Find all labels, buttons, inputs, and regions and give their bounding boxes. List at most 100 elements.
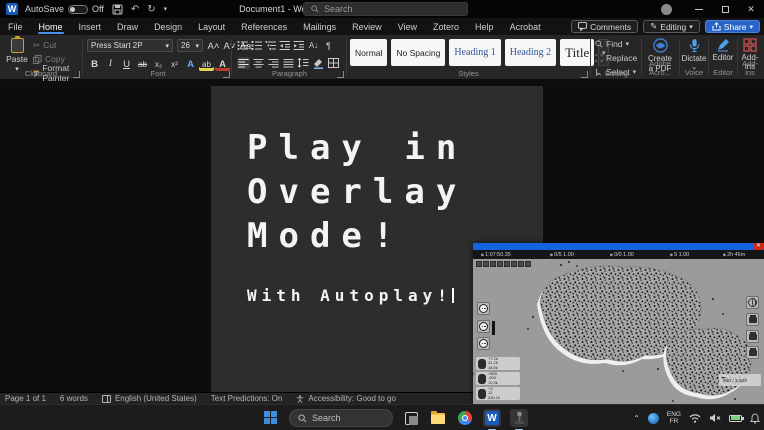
justify-button[interactable] [282,57,295,69]
increase-indent-icon[interactable] [293,40,305,51]
crate-icon [749,350,757,356]
tab-design[interactable]: Design [146,18,190,35]
monkey-face-icon [479,339,488,348]
tab-view[interactable]: View [390,18,425,35]
game-tool-button[interactable] [483,261,489,267]
start-button[interactable] [262,409,280,427]
word-app-icon[interactable]: W [6,3,18,15]
battery-icon[interactable] [729,415,742,422]
tab-insert[interactable]: Insert [71,18,110,35]
undo-icon[interactable]: ↶ [131,4,139,15]
container-button-3[interactable] [746,346,759,359]
taskbar-search[interactable]: Search [289,409,393,427]
game-cursor [492,321,495,335]
bullet-list-icon[interactable] [237,40,249,51]
save-icon[interactable] [112,4,123,15]
game-tool-button[interactable] [490,261,496,267]
game-overlay-window[interactable]: ✕ 1:07:50.35 0/5 1.00 0/0 1.00 5 1.00 2h… [473,243,764,405]
chrome-button[interactable] [456,409,474,427]
accessibility-status[interactable]: Accessibility: Good to go [296,394,396,403]
close-button[interactable]: ✕ [738,0,764,18]
autosave-toggle[interactable]: AutoSave Off [25,4,104,14]
font-size-combobox[interactable]: 26▾ [177,39,203,52]
notification-bell-icon[interactable] [750,413,760,424]
task-view-button[interactable] [402,409,420,427]
show-formatting-marks-button[interactable]: ¶ [322,39,335,52]
word-taskbar-button[interactable]: W [483,409,501,427]
tab-file[interactable]: File [0,18,31,35]
styles-dialog-launcher-icon[interactable] [581,71,588,78]
game-taskbar-button[interactable] [510,409,528,427]
tab-layout[interactable]: Layout [190,18,233,35]
tab-home[interactable]: Home [31,18,71,35]
comments-button[interactable]: Comments [571,20,638,33]
grow-font-button[interactable]: A˄ [206,39,221,53]
account-avatar[interactable] [661,4,672,15]
style-heading1[interactable]: Heading 1 [449,39,500,66]
resource-icon [670,253,673,256]
redo-icon[interactable]: ↻ [147,4,155,15]
customize-qat-icon[interactable]: ▾ [164,5,168,13]
decrease-indent-icon[interactable] [279,40,291,51]
game-tool-button[interactable] [518,261,524,267]
word-count[interactable]: 6 words [60,394,88,403]
game-tool-button[interactable] [511,261,517,267]
numbered-list-icon[interactable] [251,40,263,51]
page-indicator[interactable]: Page 1 of 1 [5,394,46,403]
proofing-status[interactable]: English (United States) [102,394,197,403]
align-left-button[interactable] [237,57,250,69]
tab-zotero[interactable]: Zotero [425,18,467,35]
clock-icon [723,253,726,256]
paragraph-dialog-launcher-icon[interactable] [337,71,344,78]
font-name-combobox[interactable]: Press Start 2P▾ [87,39,173,52]
editing-mode-button[interactable]: ✎ Editing ▾ [643,20,700,33]
replace-button[interactable]: Replace [595,52,637,64]
container-button-2[interactable] [746,330,759,343]
maximize-button[interactable] [712,0,738,18]
text-predictions[interactable]: Text Predictions: On [211,394,283,403]
editor-button[interactable]: Editor [711,38,735,62]
share-button[interactable]: Share ▾ [705,20,760,33]
tab-draw[interactable]: Draw [109,18,146,35]
wifi-icon[interactable] [689,413,701,423]
align-center-button[interactable] [252,57,265,69]
tray-app-icon[interactable] [648,413,659,424]
world-button[interactable] [746,296,759,309]
clipboard-dialog-launcher-icon[interactable] [73,71,80,78]
game-tool-button[interactable] [504,261,510,267]
language-switcher[interactable]: ENGFR [667,411,681,425]
game-stat-time: 1:07:50.35 [481,251,511,257]
style-heading2[interactable]: Heading 2 [505,39,556,66]
container-button-1[interactable] [746,313,759,326]
game-tool-button[interactable] [525,261,531,267]
tab-mailings[interactable]: Mailings [295,18,344,35]
line-spacing-button[interactable] [297,57,310,69]
style-normal[interactable]: Normal [350,39,387,66]
multilevel-list-icon[interactable] [265,40,277,51]
sort-button[interactable]: A↓ [307,39,320,52]
game-tool-button[interactable] [476,261,482,267]
font-dialog-launcher-icon[interactable] [223,71,230,78]
creature-button-1[interactable] [477,302,490,315]
tab-references[interactable]: References [233,18,295,35]
game-titlebar[interactable] [473,243,764,250]
align-right-button[interactable] [267,57,280,69]
style-no-spacing[interactable]: No Spacing [391,39,445,66]
shading-button[interactable] [312,57,325,69]
game-tool-button[interactable] [497,261,503,267]
minimize-button[interactable] [686,0,712,18]
tab-help[interactable]: Help [467,18,502,35]
find-button[interactable]: Find▾ [595,38,637,50]
cut-button[interactable]: ✂Cut [33,39,82,51]
creature-button-2[interactable] [477,320,490,333]
game-close-button[interactable]: ✕ [753,243,764,250]
borders-button[interactable] [327,57,340,69]
file-explorer-button[interactable] [429,409,447,427]
tab-review[interactable]: Review [344,18,390,35]
creature-button-3[interactable] [477,337,490,350]
volume-muted-icon[interactable] [709,413,721,423]
autosave-switch-icon[interactable] [68,5,88,14]
hidden-icons-chevron-icon[interactable]: ⌃ [633,414,640,423]
search-box[interactable]: Search [303,2,468,16]
tab-acrobat[interactable]: Acrobat [502,18,549,35]
